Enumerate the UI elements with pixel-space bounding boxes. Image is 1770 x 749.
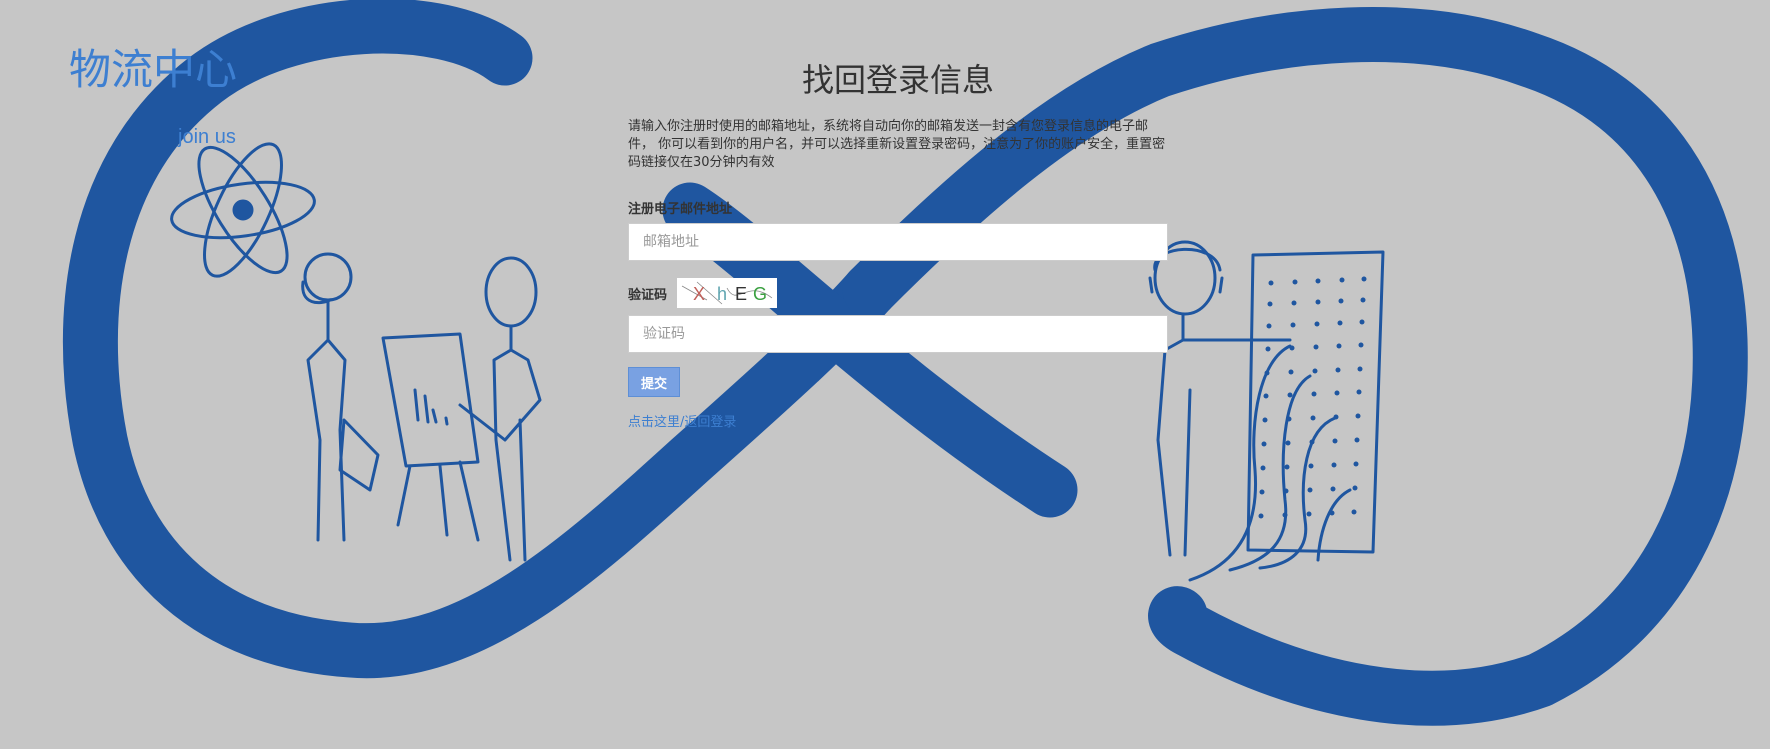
person-doodle-1: [301, 252, 380, 542]
back-to-login-link[interactable]: 点击这里/返回登录: [628, 411, 1168, 430]
page-title: 找回登录信息: [801, 61, 994, 99]
instructions-text: 请输入你注册时使用的邮箱地址，系统将自动向你的邮箱发送一封含有您登录信息的电子邮…: [628, 119, 1166, 170]
brand-title: 物流中心: [69, 45, 238, 94]
captcha-row: 验证码 X h E G: [628, 277, 1168, 309]
flipchart-doodle: [381, 332, 480, 542]
submit-button[interactable]: 提交: [628, 367, 681, 397]
captcha-image[interactable]: X h E G: [677, 278, 778, 308]
captcha-label: 验证码: [628, 287, 668, 303]
svg-text:h: h: [717, 284, 727, 304]
svg-text:G: G: [753, 284, 767, 304]
pegboard-dots: [1258, 276, 1367, 519]
captcha-input[interactable]: [628, 315, 1168, 353]
pegboard-doodle: [1188, 250, 1385, 582]
svg-text:E: E: [735, 284, 747, 304]
join-us-link[interactable]: join us: [178, 126, 236, 149]
person-doodle-3: [1148, 240, 1292, 557]
captcha-noise: X h E G: [681, 281, 773, 305]
email-label: 注册电子邮件地址: [628, 202, 733, 217]
recover-panel: 找回登录信息 请输入你注册时使用的邮箱地址，系统将自动向你的邮箱发送一封含有您登…: [628, 56, 1168, 430]
svg-text:X: X: [693, 284, 705, 304]
atom-doodle: [170, 142, 316, 278]
email-field[interactable]: [628, 223, 1168, 261]
